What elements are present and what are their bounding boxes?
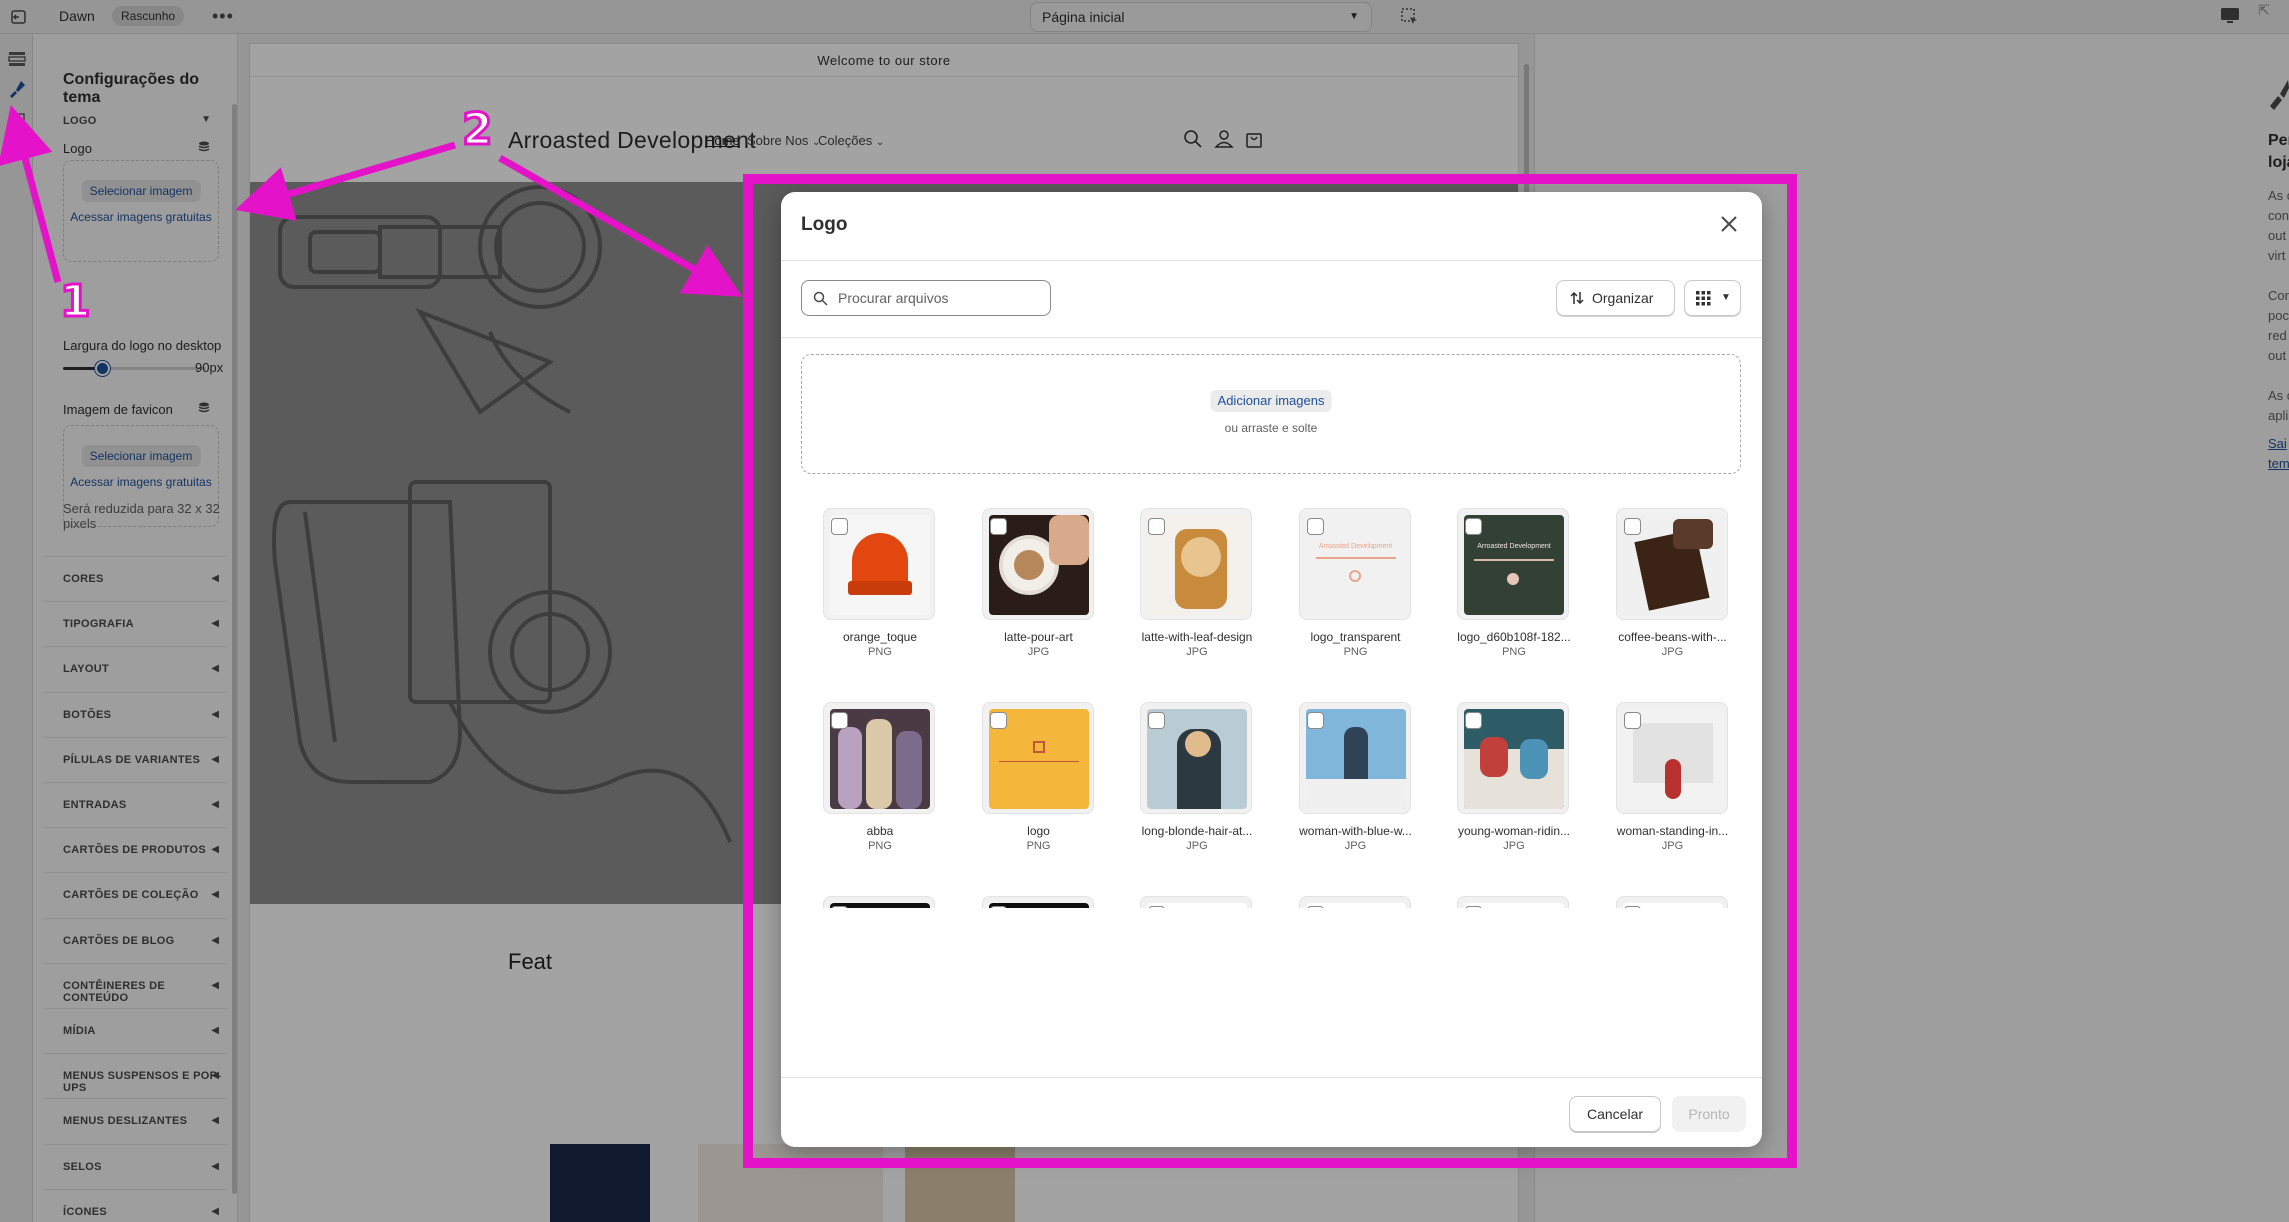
annotation-number: 1 (59, 275, 93, 329)
modal-header-divider (781, 260, 1762, 261)
file-checkbox[interactable] (1306, 518, 1324, 535)
search-icon (813, 291, 828, 306)
file-tile[interactable]: woman-standing-in... JPG (1594, 702, 1752, 882)
file-type: JPG (1344, 840, 1367, 852)
file-tile[interactable]: camiseta_azulPNG (1435, 896, 1593, 908)
file-tile[interactable]: camiseta_verdePNG (1277, 896, 1435, 908)
file-checkbox[interactable] (1148, 906, 1165, 908)
modal-footer-divider (781, 1077, 1762, 1078)
file-checkbox[interactable] (1306, 906, 1324, 908)
file-name: logo_transparent (1310, 630, 1401, 644)
file-name: woman-standing-in... (1616, 824, 1729, 838)
file-checkbox[interactable] (831, 712, 848, 729)
file-tile[interactable]: young-woman-ridin... JPG (1435, 702, 1593, 882)
file-checkbox[interactable] (1465, 518, 1482, 535)
file-tile[interactable]: camista_roxaPNG (1118, 896, 1276, 908)
sort-button[interactable]: Organizar (1556, 280, 1675, 316)
file-checkbox[interactable] (1623, 712, 1641, 729)
search-field[interactable] (801, 280, 1051, 316)
modal-title: Logo (801, 214, 848, 235)
upload-dropzone[interactable]: Adicionar imagens ou arraste e solte (801, 354, 1741, 474)
file-tile[interactable]: logo PNG (960, 702, 1118, 882)
search-input[interactable] (836, 281, 1046, 315)
file-name: coffee-beans-with-... (1618, 630, 1727, 644)
cancel-button[interactable]: Cancelar (1569, 1096, 1661, 1132)
file-tile[interactable]: orange_toque PNG (801, 508, 959, 688)
file-name: young-woman-ridin... (1457, 824, 1571, 838)
file-grid: orange_toque PNG latte-pour-art JPG latte-wi… (801, 508, 1751, 908)
file-tile[interactable]: woman-with-blue-w... JPG (1277, 702, 1435, 882)
file-name: logo (1027, 824, 1050, 838)
file-name: logo_d60b108f-182... (1457, 630, 1571, 644)
file-checkbox[interactable] (989, 518, 1007, 535)
file-tile[interactable]: soft-retriever-dog-...JPG (960, 896, 1118, 908)
file-type: JPG (1661, 646, 1684, 658)
file-type: PNG (868, 840, 892, 852)
file-name: long-blonde-hair-at... (1141, 824, 1253, 838)
file-type: JPG (1186, 840, 1208, 852)
file-name: orange_toque (842, 630, 918, 644)
file-checkbox[interactable] (831, 518, 848, 535)
file-type: PNG (1343, 646, 1368, 658)
view-toggle-button[interactable]: ▼ (1684, 280, 1741, 316)
file-checkbox[interactable] (1623, 518, 1641, 535)
file-type: JPG (1186, 646, 1208, 658)
logo-thumbnail-text: Arroasted Development (1318, 543, 1393, 550)
file-tile[interactable]: abba PNG (801, 702, 959, 882)
file-tile[interactable]: latte-with-leaf-design JPG (1118, 508, 1276, 688)
sort-icon (1570, 291, 1584, 305)
file-type: JPG (1027, 646, 1050, 658)
file-type: PNG (868, 646, 892, 658)
file-checkbox[interactable] (989, 906, 1007, 908)
add-images-button[interactable]: Adicionar imagens (1210, 390, 1332, 412)
file-tile[interactable]: Arroasted Development logo_d60b108f-182..… (1435, 508, 1593, 688)
file-tile[interactable]: coffee-beans-with-... JPG (1594, 508, 1752, 688)
chevron-down-icon: ▼ (1721, 292, 1731, 303)
file-checkbox[interactable] (1465, 906, 1482, 908)
close-icon[interactable] (1718, 213, 1740, 235)
file-tile[interactable]: Arroasted Development logo_transparent PNG (1277, 508, 1435, 688)
file-checkbox[interactable] (989, 712, 1007, 729)
file-tile[interactable]: latte-pour-art JPG (960, 508, 1118, 688)
file-checkbox[interactable] (1148, 518, 1165, 535)
file-checkbox[interactable] (1306, 712, 1324, 729)
file-type: PNG (1502, 646, 1526, 658)
file-type: PNG (1026, 840, 1051, 852)
file-checkbox[interactable] (1465, 712, 1482, 729)
file-checkbox[interactable] (1623, 906, 1641, 908)
file-name: abba (866, 824, 894, 838)
file-tile[interactable]: camiseta_rosaPNG (1594, 896, 1752, 908)
file-name: woman-with-blue-w... (1299, 824, 1412, 838)
file-checkbox[interactable] (831, 906, 848, 908)
file-name: latte-with-leaf-design (1141, 630, 1253, 644)
done-button[interactable]: Pronto (1672, 1096, 1746, 1132)
annotation-number: 2 (461, 103, 495, 157)
file-name: latte-pour-art (1004, 630, 1073, 644)
drop-hint: ou arraste e solte (1224, 421, 1318, 435)
file-type: JPG (1661, 840, 1684, 852)
grid-view-icon (1696, 291, 1711, 306)
file-type: JPG (1503, 840, 1525, 852)
file-tile[interactable]: long-blonde-hair-at... JPG (1118, 702, 1276, 882)
sort-button-label: Organizar (1592, 290, 1654, 306)
logo-thumbnail-text: Arroasted Development (1477, 543, 1551, 550)
file-picker-modal: Logo Organizar ▼ Adicionar imagens ou ar… (781, 192, 1762, 1147)
file-tile[interactable]: little-dog-big-featur...JPG (801, 896, 959, 908)
file-checkbox[interactable] (1148, 712, 1165, 729)
modal-toolbar-divider (781, 337, 1762, 338)
